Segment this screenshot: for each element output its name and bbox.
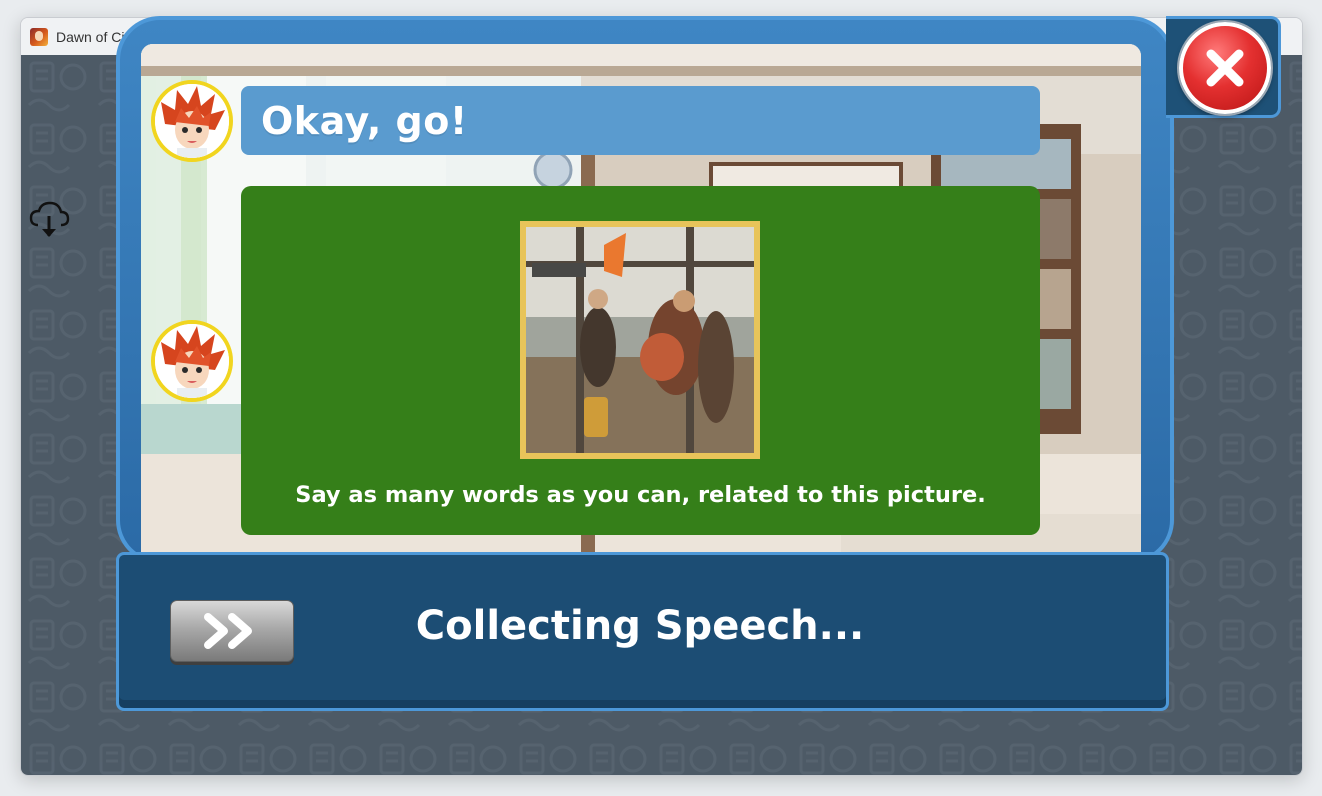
app-icon	[30, 27, 48, 46]
close-dialog-button[interactable]	[1179, 22, 1271, 114]
status-text: Collecting Speech...	[415, 603, 865, 649]
character-portrait-icon	[155, 84, 229, 158]
photo-illustration	[526, 227, 754, 453]
character-portrait-icon	[155, 324, 229, 398]
speech-bubble: Okay, go!	[241, 86, 1040, 155]
character-avatar	[151, 320, 233, 402]
next-button[interactable]	[170, 600, 294, 662]
close-x-icon	[1206, 49, 1244, 87]
task-instruction: Say as many words as you can, related to…	[295, 482, 986, 508]
cloud-download-icon[interactable]	[29, 198, 71, 240]
airport-travelers-photo	[520, 221, 760, 459]
speech-text: Okay, go!	[261, 98, 468, 143]
task-card: Say as many words as you can, related to…	[241, 186, 1040, 535]
double-chevron-right-icon	[204, 613, 252, 649]
character-avatar	[151, 80, 233, 162]
